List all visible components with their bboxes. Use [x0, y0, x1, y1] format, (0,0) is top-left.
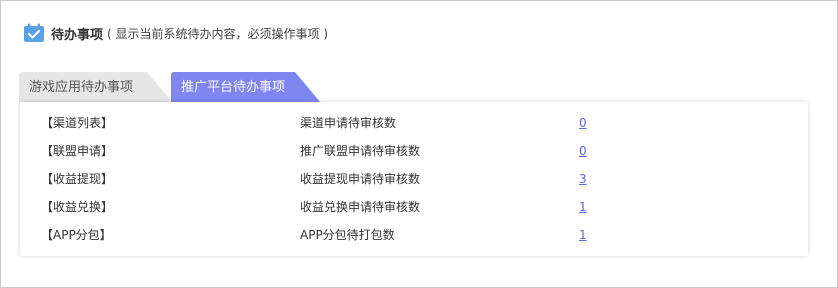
- todo-panel: 【渠道列表】 渠道申请待审核数 0 【联盟申请】 推广联盟申请待审核数 0 【收…: [20, 102, 808, 256]
- row-description: 收益兑换申请待审核数: [300, 200, 421, 214]
- row-count-link[interactable]: 0: [579, 109, 587, 137]
- row-name: 【APP分包】: [41, 228, 112, 242]
- row-count-link[interactable]: 1: [579, 193, 587, 221]
- row-description: 推广联盟申请待审核数: [300, 144, 421, 158]
- row-name: 【收益兑换】: [41, 200, 114, 214]
- row-name: 【联盟申请】: [41, 144, 114, 158]
- table-row: 【收益兑换】 收益兑换申请待审核数 1: [20, 193, 808, 221]
- row-count-link[interactable]: 3: [579, 165, 587, 193]
- page-title: 待办事项: [51, 27, 104, 43]
- table-row: 【APP分包】 APP分包待打包数 1: [20, 221, 808, 249]
- tab-promotion-platform-todo[interactable]: 推广平台待办事项: [171, 72, 321, 103]
- row-count-link[interactable]: 0: [579, 137, 587, 165]
- row-description: APP分包待打包数: [300, 228, 395, 242]
- row-name: 【渠道列表】: [41, 116, 114, 130]
- row-count-link[interactable]: 1: [579, 221, 587, 249]
- row-name: 【收益提现】: [41, 172, 114, 186]
- todo-frame: 待办事项 ( 显示当前系统待办内容，必须操作事项 ) 游戏应用待办事项 推广平台…: [0, 0, 838, 288]
- table-row: 【联盟申请】 推广联盟申请待审核数 0: [20, 137, 808, 165]
- row-description: 渠道申请待审核数: [300, 116, 397, 130]
- table-row: 【渠道列表】 渠道申请待审核数 0: [20, 109, 808, 137]
- tab-game-app-todo[interactable]: 游戏应用待办事项: [19, 72, 173, 103]
- row-description: 收益提现申请待审核数: [300, 172, 421, 186]
- calendar-check-icon: [24, 23, 44, 42]
- section-header: 待办事项 ( 显示当前系统待办内容，必须操作事项 ): [23, 22, 328, 44]
- table-row: 【收益提现】 收益提现申请待审核数 3: [20, 165, 808, 193]
- page-subtitle: ( 显示当前系统待办内容，必须操作事项 ): [107, 26, 329, 41]
